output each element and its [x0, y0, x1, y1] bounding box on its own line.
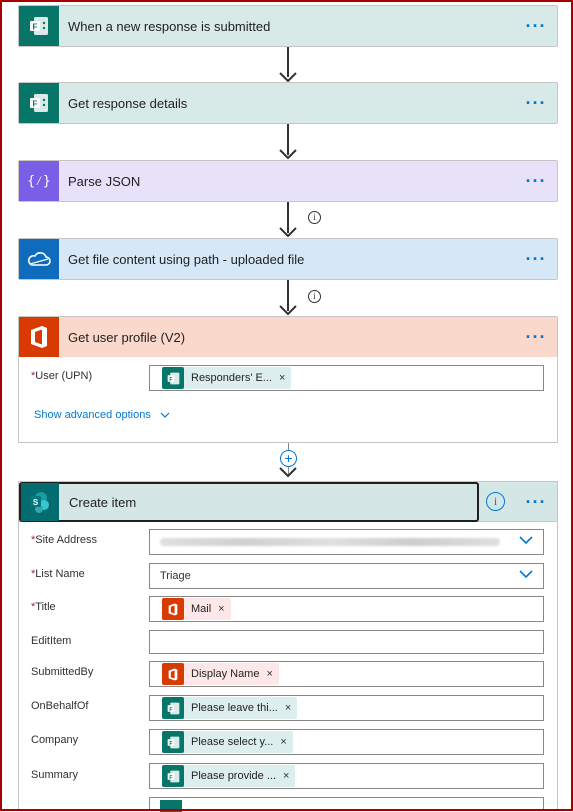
- remove-token-icon[interactable]: ×: [218, 603, 224, 615]
- info-icon[interactable]: i: [486, 492, 505, 511]
- forms-icon: F: [162, 697, 184, 719]
- remove-token-icon[interactable]: ×: [279, 372, 285, 384]
- forms-icon: F: [162, 765, 184, 787]
- remove-token-icon[interactable]: ×: [266, 668, 272, 680]
- info-icon[interactable]: i: [308, 211, 321, 224]
- forms-icon: F: [19, 83, 59, 123]
- forms-icon: F: [162, 731, 184, 753]
- show-advanced-options-link[interactable]: Show advanced options: [34, 409, 170, 421]
- edititem-input[interactable]: [149, 630, 544, 654]
- title-input[interactable]: Mail ×: [149, 596, 544, 622]
- more-options-button[interactable]: ···: [515, 482, 557, 522]
- step-title: When a new response is submitted: [68, 18, 271, 34]
- office365-icon: [162, 598, 184, 620]
- step-title: Get response details: [68, 95, 188, 111]
- company-input[interactable]: F Please select y... ×: [149, 729, 544, 755]
- submittedby-input[interactable]: Display Name ×: [149, 661, 544, 687]
- step-create-item-body: *Site Address *List Name Triage *Title M…: [18, 522, 558, 812]
- field-label-site-address: *Site Address: [31, 534, 98, 546]
- more-options-button[interactable]: ···: [515, 83, 557, 123]
- field-label-onbehalfof: OnBehalfOf: [31, 700, 89, 712]
- step-get-response-details[interactable]: F Get response details ···: [18, 82, 558, 124]
- svg-text:F: F: [33, 23, 38, 32]
- more-options-button[interactable]: ···: [515, 6, 557, 46]
- more-options-button[interactable]: ···: [515, 317, 557, 357]
- field-label-submittedby: SubmittedBy: [31, 666, 94, 678]
- forms-icon: [160, 799, 182, 812]
- field-label-edititem: EditItem: [31, 635, 72, 647]
- sharepoint-icon: S: [21, 483, 59, 521]
- step-get-user-profile-body: *User (UPN) F Responders' E... × Show ad…: [18, 357, 558, 443]
- svg-text:S: S: [33, 498, 39, 507]
- step-parse-json[interactable]: {⁄} Parse JSON ···: [18, 160, 558, 202]
- dynamic-content-token[interactable]: F Please select y... ×: [162, 731, 293, 753]
- dynamic-content-token[interactable]: Mail ×: [162, 598, 231, 620]
- add-step-button[interactable]: +: [280, 450, 297, 467]
- chevron-down-icon: [519, 536, 533, 545]
- dynamic-content-token[interactable]: F Responders' E... ×: [162, 367, 292, 389]
- list-name-value: Triage: [160, 570, 191, 582]
- step-trigger[interactable]: F When a new response is submitted ···: [18, 5, 558, 47]
- chevron-down-icon: [519, 570, 533, 579]
- remove-token-icon[interactable]: ×: [283, 770, 289, 782]
- more-options-button[interactable]: ···: [515, 239, 557, 279]
- remove-token-icon[interactable]: ×: [285, 702, 291, 714]
- svg-text:F: F: [169, 774, 172, 780]
- parse-json-icon: {⁄}: [19, 161, 59, 201]
- step-title: Parse JSON: [68, 173, 141, 189]
- office365-icon: [19, 317, 59, 357]
- forms-icon: F: [19, 6, 59, 46]
- dynamic-content-token[interactable]: F Please leave thi... ×: [162, 697, 298, 719]
- svg-text:F: F: [169, 376, 172, 382]
- field-label-list-name: *List Name: [31, 568, 85, 580]
- remove-token-icon[interactable]: ×: [280, 736, 286, 748]
- dynamic-content-token[interactable]: F Please provide ... ×: [162, 765, 296, 787]
- upn-input[interactable]: F Responders' E... ×: [149, 365, 544, 391]
- step-title: Create item: [69, 495, 137, 510]
- field-label-upn: *User (UPN): [31, 370, 93, 382]
- info-icon[interactable]: i: [308, 290, 321, 303]
- next-field-input[interactable]: [149, 797, 544, 812]
- forms-icon: F: [162, 367, 184, 389]
- step-title: Get user profile (V2): [68, 329, 186, 345]
- svg-text:F: F: [169, 706, 172, 712]
- list-name-dropdown[interactable]: Triage: [149, 563, 544, 589]
- office365-icon: [162, 663, 184, 685]
- onbehalfof-input[interactable]: F Please leave thi... ×: [149, 695, 544, 721]
- svg-text:F: F: [33, 100, 38, 109]
- step-create-item-header[interactable]: S Create item i ···: [18, 481, 558, 522]
- field-label-company: Company: [31, 734, 79, 746]
- summary-input[interactable]: F Please provide ... ×: [149, 763, 544, 789]
- step-get-user-profile[interactable]: Get user profile (V2) ···: [18, 316, 558, 358]
- more-options-button[interactable]: ···: [515, 161, 557, 201]
- step-title: Get file content using path - uploaded f…: [68, 251, 305, 267]
- dynamic-content-token[interactable]: Display Name ×: [162, 663, 279, 685]
- step-get-file-content[interactable]: Get file content using path - uploaded f…: [18, 238, 558, 280]
- field-label-title: *Title: [31, 601, 56, 613]
- site-address-dropdown[interactable]: [149, 529, 544, 555]
- svg-text:F: F: [169, 740, 172, 746]
- field-label-summary: Summary: [31, 769, 79, 781]
- chevron-down-icon: [160, 412, 170, 418]
- arrow-down-icon: [279, 467, 297, 478]
- blurred-site-url: [160, 538, 500, 546]
- onedrive-icon: [19, 239, 59, 279]
